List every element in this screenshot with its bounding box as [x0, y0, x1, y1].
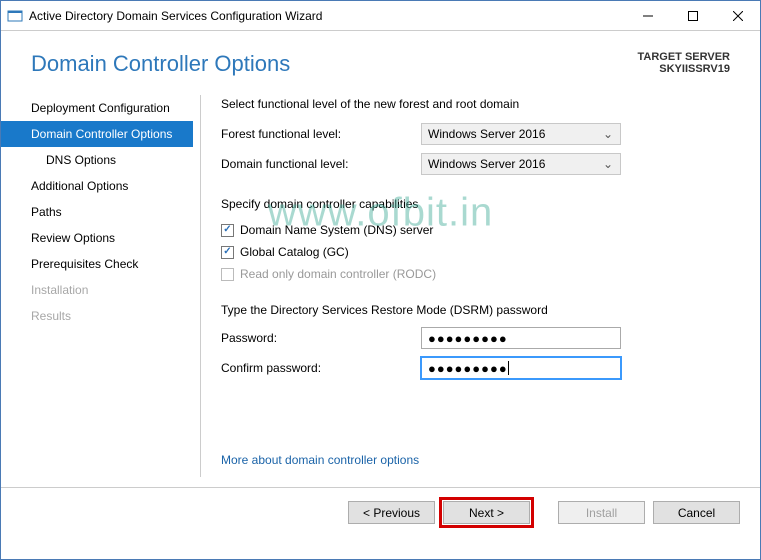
nav-installation: Installation	[1, 277, 201, 303]
wizard-footer: < Previous Next > Install Cancel	[1, 487, 760, 537]
chevron-down-icon: ⌄	[600, 127, 616, 141]
minimize-button[interactable]	[625, 1, 670, 30]
cancel-button[interactable]: Cancel	[653, 501, 740, 524]
nav-deployment-configuration[interactable]: Deployment Configuration	[1, 95, 201, 121]
capabilities-heading: Specify domain controller capabilities	[221, 197, 730, 211]
title-bar: Active Directory Domain Services Configu…	[1, 1, 760, 31]
nav-domain-controller-options[interactable]: Domain Controller Options	[1, 121, 193, 147]
checkbox-icon	[221, 268, 234, 281]
checkbox-icon	[221, 246, 234, 259]
target-server-name: SKYIISSRV19	[638, 63, 731, 75]
nav-dns-options[interactable]: DNS Options	[1, 147, 201, 173]
maximize-button[interactable]	[670, 1, 715, 30]
forest-level-select[interactable]: Windows Server 2016 ⌄	[421, 123, 621, 145]
page-header: Domain Controller Options TARGET SERVER …	[1, 31, 760, 87]
forest-level-label: Forest functional level:	[221, 127, 421, 141]
chevron-down-icon: ⌄	[600, 157, 616, 171]
dsrm-heading: Type the Directory Services Restore Mode…	[221, 303, 730, 317]
target-server-info: TARGET SERVER SKYIISSRV19	[638, 51, 731, 77]
password-label: Password:	[221, 331, 421, 345]
checkbox-icon	[221, 224, 234, 237]
checkbox-rodc: Read only domain controller (RODC)	[221, 267, 730, 281]
domain-level-select[interactable]: Windows Server 2016 ⌄	[421, 153, 621, 175]
nav-prerequisites-check[interactable]: Prerequisites Check	[1, 251, 201, 277]
window-title: Active Directory Domain Services Configu…	[29, 9, 625, 23]
forest-level-value: Windows Server 2016	[428, 127, 545, 141]
checkbox-global-catalog[interactable]: Global Catalog (GC)	[221, 245, 730, 259]
app-icon	[7, 8, 23, 24]
next-button[interactable]: Next >	[443, 501, 530, 524]
password-input[interactable]: ●●●●●●●●●	[421, 327, 621, 349]
checkbox-label: Read only domain controller (RODC)	[240, 267, 436, 281]
confirm-password-input[interactable]: ●●●●●●●●●	[421, 357, 621, 379]
nav-additional-options[interactable]: Additional Options	[1, 173, 201, 199]
previous-button[interactable]: < Previous	[348, 501, 435, 524]
nav-paths[interactable]: Paths	[1, 199, 201, 225]
checkbox-dns-server[interactable]: Domain Name System (DNS) server	[221, 223, 730, 237]
wizard-sidebar: Deployment Configuration Domain Controll…	[1, 87, 201, 487]
domain-level-value: Windows Server 2016	[428, 157, 545, 171]
confirm-password-label: Confirm password:	[221, 361, 421, 375]
checkbox-label: Global Catalog (GC)	[240, 245, 349, 259]
intro-text: Select functional level of the new fores…	[221, 97, 730, 111]
nav-results: Results	[1, 303, 201, 329]
checkbox-label: Domain Name System (DNS) server	[240, 223, 433, 237]
more-about-link[interactable]: More about domain controller options	[221, 453, 730, 467]
domain-level-label: Domain functional level:	[221, 157, 421, 171]
page-title: Domain Controller Options	[31, 51, 290, 77]
close-button[interactable]	[715, 1, 760, 30]
main-pane: Select functional level of the new fores…	[201, 87, 760, 487]
nav-review-options[interactable]: Review Options	[1, 225, 201, 251]
target-server-label: TARGET SERVER	[638, 51, 731, 63]
install-button: Install	[558, 501, 645, 524]
